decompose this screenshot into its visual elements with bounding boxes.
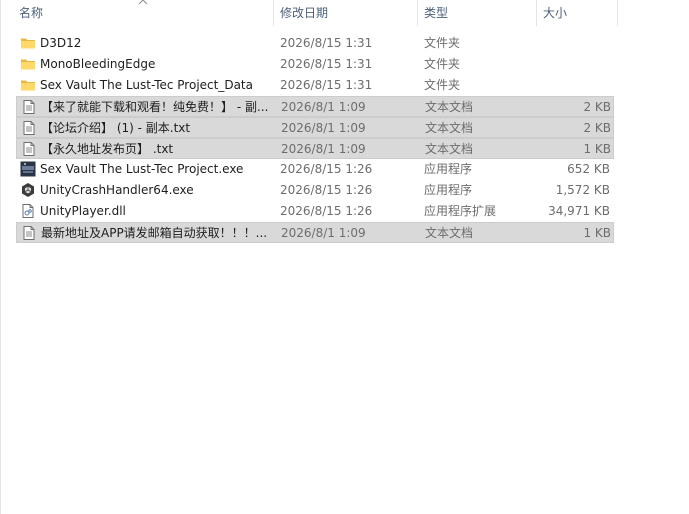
column-divider[interactable] <box>617 0 618 26</box>
file-type: 应用程序 <box>424 162 473 176</box>
file-name: 【来了就能下载和观看！纯免费！】 - 副... <box>41 100 269 114</box>
file-modified-date: 2026/8/15 1:31 <box>280 78 373 92</box>
text-file-icon <box>21 99 37 115</box>
file-row[interactable]: 最新地址及APP请发邮箱自动获取！！！... 2026/8/1 1:09 文本文档 1… <box>16 222 614 243</box>
file-name: UnityCrashHandler64.exe <box>40 183 194 197</box>
file-type: 文本文档 <box>425 142 474 156</box>
folder-icon <box>20 56 36 72</box>
file-size <box>534 33 610 54</box>
column-header-size[interactable]: 大小 <box>537 0 617 26</box>
file-size <box>534 75 610 96</box>
file-name: Sex Vault The Lust-Tec Project_Data <box>40 78 253 92</box>
file-name: 最新地址及APP请发邮箱自动获取！！！... <box>41 226 268 240</box>
file-row[interactable]: Sex Vault The Lust-Tec Project.exe 2026/8… <box>16 159 614 180</box>
file-size <box>534 54 610 75</box>
file-size: 1,572 KB <box>555 183 610 197</box>
file-type: 文本文档 <box>425 100 474 114</box>
file-size: 1 KB <box>583 226 611 240</box>
file-name: 【论坛介绍】 (1) - 副本.txt <box>41 121 191 135</box>
file-size: 652 KB <box>567 162 610 176</box>
file-type: 文本文档 <box>425 121 474 135</box>
file-modified-date: 2026/8/15 1:31 <box>280 57 373 71</box>
file-name: D3D12 <box>40 36 82 50</box>
text-file-icon <box>21 141 37 157</box>
file-type: 应用程序扩展 <box>424 204 497 218</box>
file-modified-date: 2026/8/15 1:26 <box>280 204 373 218</box>
unity-icon <box>20 182 36 198</box>
file-type: 文本文档 <box>425 226 474 240</box>
text-file-icon <box>21 120 37 136</box>
column-header-type[interactable]: 类型 <box>418 0 536 26</box>
file-size: 2 KB <box>583 121 611 135</box>
file-row[interactable]: UnityPlayer.dll 2026/8/15 1:26 应用程序扩展 34,97… <box>16 201 614 222</box>
window-left-border <box>0 0 1 514</box>
file-row[interactable]: 【论坛介绍】 (1) - 副本.txt 2026/8/1 1:09 文本文档 2 KB <box>16 117 614 138</box>
file-modified-date: 2026/8/15 1:26 <box>280 183 373 197</box>
file-modified-date: 2026/8/1 1:09 <box>281 226 366 240</box>
file-size: 1 KB <box>583 142 611 156</box>
text-file-icon <box>21 225 37 241</box>
folder-icon <box>20 77 36 93</box>
file-row[interactable]: Sex Vault The Lust-Tec Project_Data 2026/… <box>16 75 614 96</box>
file-name: Sex Vault The Lust-Tec Project.exe <box>40 162 244 176</box>
file-modified-date: 2026/8/1 1:09 <box>281 121 366 135</box>
file-row[interactable]: D3D12 2026/8/15 1:31 文件夹 <box>16 33 614 54</box>
file-modified-date: 2026/8/1 1:09 <box>281 142 366 156</box>
file-modified-date: 2026/8/1 1:09 <box>281 100 366 114</box>
file-size: 2 KB <box>583 100 611 114</box>
column-header-bar: 名称 修改日期 类型 大小 <box>0 0 689 26</box>
file-name: UnityPlayer.dll <box>40 204 126 218</box>
file-name: MonoBleedingEdge <box>40 57 156 71</box>
file-modified-date: 2026/8/15 1:26 <box>280 162 373 176</box>
column-header-name[interactable]: 名称 <box>13 0 273 26</box>
column-header-date[interactable]: 修改日期 <box>274 0 417 26</box>
file-name: 【永久地址发布页】 .txt <box>41 142 174 156</box>
folder-icon <box>20 35 36 51</box>
file-type: 应用程序 <box>424 183 473 197</box>
file-type: 文件夹 <box>424 36 461 50</box>
file-type: 文件夹 <box>424 57 461 71</box>
file-size: 34,971 KB <box>548 204 610 218</box>
file-row[interactable]: 【来了就能下载和观看！纯免费！】 - 副... 2026/8/1 1:09 文本文档… <box>16 96 614 117</box>
file-row[interactable]: 【永久地址发布页】 .txt 2026/8/1 1:09 文本文档 1 KB <box>16 138 614 159</box>
file-type: 文件夹 <box>424 78 461 92</box>
game-exe-icon <box>20 161 36 177</box>
dll-file-icon <box>20 203 36 219</box>
file-row[interactable]: MonoBleedingEdge 2026/8/15 1:31 文件夹 <box>16 54 614 75</box>
file-modified-date: 2026/8/15 1:31 <box>280 36 373 50</box>
file-row[interactable]: UnityCrashHandler64.exe 2026/8/15 1:26 应用程… <box>16 180 614 201</box>
